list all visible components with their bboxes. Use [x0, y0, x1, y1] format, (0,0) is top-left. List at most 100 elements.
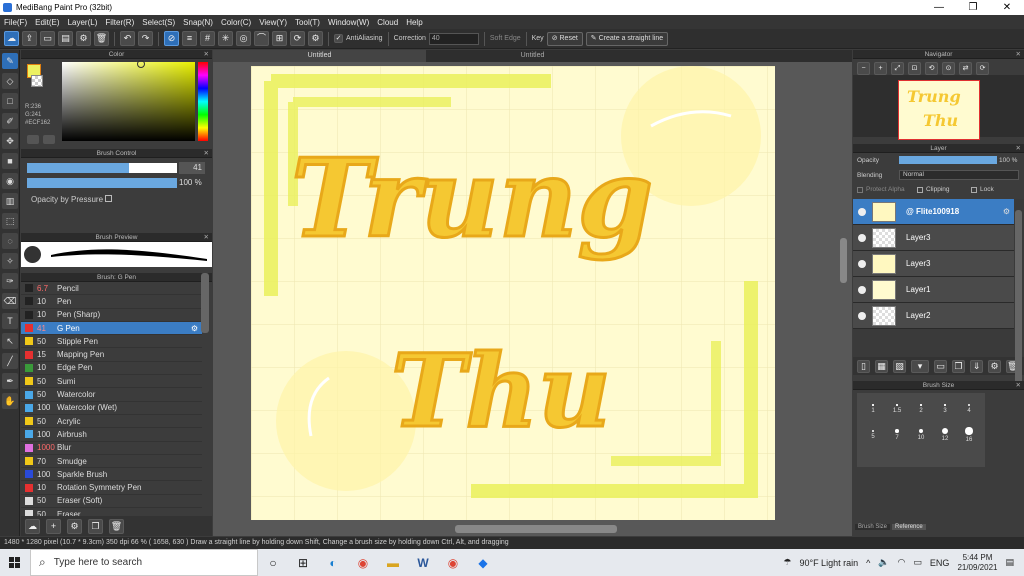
- brush-opacity-slider[interactable]: [27, 178, 177, 188]
- tray-chevron-icon[interactable]: ^: [866, 558, 870, 568]
- menu-color[interactable]: Color(C): [221, 18, 251, 27]
- brush-size-preset[interactable]: 12: [935, 423, 955, 447]
- maximize-button[interactable]: ❐: [956, 2, 990, 13]
- brush-item[interactable]: 6.7 Pencil: [21, 282, 202, 296]
- notification-icon[interactable]: ▤: [1005, 557, 1014, 568]
- brush-size-preset[interactable]: 3: [935, 397, 955, 421]
- brush-size-value[interactable]: 41: [179, 162, 205, 174]
- new-halftone-layer-icon[interactable]: ▦: [875, 359, 888, 373]
- rotate-left-icon[interactable]: ⟲: [925, 62, 938, 75]
- color-add-icon[interactable]: [27, 135, 39, 144]
- fill-rect-tool-icon[interactable]: ■: [2, 153, 18, 169]
- brush-item[interactable]: 100 Airbrush: [21, 428, 202, 442]
- language-indicator[interactable]: ENG: [930, 558, 950, 568]
- brush-settings-icon[interactable]: ⚙: [67, 518, 82, 534]
- operation-tool-icon[interactable]: ↖: [2, 333, 18, 349]
- select-pen-tool-icon[interactable]: ✑: [2, 273, 18, 289]
- menu-cloud[interactable]: Cloud: [377, 18, 398, 27]
- dot-tool-icon[interactable]: □: [2, 93, 18, 109]
- layer-visibility-icon[interactable]: [858, 311, 866, 320]
- correction-dropdown[interactable]: 40: [428, 32, 479, 45]
- menu-window[interactable]: Window(W): [328, 18, 369, 27]
- brush-size-preset[interactable]: 1: [863, 397, 883, 421]
- delete-icon[interactable]: 🗑: [94, 31, 109, 46]
- chrome-icon[interactable]: ◉: [348, 549, 378, 576]
- gear-icon[interactable]: ⚙: [191, 324, 198, 333]
- brush-item[interactable]: 41 G Pen ⚙: [21, 321, 202, 336]
- close-icon[interactable]: ✕: [1016, 50, 1021, 59]
- zoom-in-icon[interactable]: +: [874, 62, 887, 75]
- start-button[interactable]: [0, 549, 30, 576]
- actual-size-icon[interactable]: ⊡: [908, 62, 921, 75]
- color-picker-cursor[interactable]: [137, 60, 145, 68]
- grid-snap-icon[interactable]: #: [200, 31, 215, 46]
- layer-row[interactable]: Layer1: [853, 277, 1014, 303]
- brush-size-preset[interactable]: 1.5: [887, 397, 907, 421]
- redo-icon[interactable]: ↷: [138, 31, 153, 46]
- brush-item[interactable]: 50 Stipple Pen: [21, 335, 202, 349]
- lasso-tool-icon[interactable]: ◌: [2, 233, 18, 249]
- straight-line-button[interactable]: ✎ Create a straight line: [585, 31, 669, 46]
- brush-item[interactable]: 10 Rotation Symmetry Pen: [21, 481, 202, 495]
- brush-item[interactable]: 50 Eraser (Soft): [21, 495, 202, 509]
- brush-size-preset[interactable]: 4: [959, 397, 979, 421]
- close-icon[interactable]: ✕: [1016, 144, 1021, 153]
- brush-item[interactable]: 15 Mapping Pen: [21, 348, 202, 362]
- close-icon[interactable]: ✕: [204, 50, 209, 59]
- folder-icon[interactable]: ▭: [934, 359, 947, 373]
- lock-checkbox[interactable]: [971, 186, 977, 193]
- fit-icon[interactable]: ⤢: [891, 62, 904, 75]
- add-brush-icon[interactable]: +: [46, 518, 61, 534]
- chrome-icon-2[interactable]: ◉: [438, 549, 468, 576]
- brush-item[interactable]: 50 Watercolor: [21, 388, 202, 402]
- gear-snap-icon[interactable]: ⚙: [308, 31, 323, 46]
- radial-snap-icon[interactable]: ✳: [218, 31, 233, 46]
- word-icon[interactable]: W: [408, 549, 438, 576]
- eraser-tool-icon[interactable]: ◇: [2, 73, 18, 89]
- layer-row[interactable]: Layer2: [853, 303, 1014, 329]
- settings-icon[interactable]: ⚙: [76, 31, 91, 46]
- soft-edge-label[interactable]: Soft Edge: [490, 35, 521, 42]
- magic-wand-tool-icon[interactable]: ✧: [2, 253, 18, 269]
- brush-item[interactable]: 100 Watercolor (Wet): [21, 402, 202, 415]
- brush-tool-icon[interactable]: ✎: [2, 53, 18, 69]
- volume-icon[interactable]: 🔈: [878, 557, 889, 568]
- menu-tool[interactable]: Tool(T): [295, 18, 320, 27]
- wifi-icon[interactable]: ◠: [898, 557, 906, 568]
- brush-size-slider[interactable]: [27, 163, 177, 173]
- close-icon[interactable]: ✕: [204, 149, 209, 158]
- brush-item[interactable]: 10 Edge Pen: [21, 362, 202, 376]
- hand-tool-icon[interactable]: ✋: [2, 393, 18, 409]
- rotate-snap-icon[interactable]: ⟳: [290, 31, 305, 46]
- medibang-icon[interactable]: ◆: [468, 549, 498, 576]
- brush-size-preset[interactable]: 16: [959, 423, 979, 447]
- layer-settings-icon[interactable]: ⚙: [988, 359, 1001, 373]
- canvas-horizontal-scrollbar[interactable]: [455, 525, 617, 533]
- brush-item[interactable]: 70 Smudge: [21, 455, 202, 469]
- brush-size-preset[interactable]: 5: [863, 423, 883, 447]
- reset-rotation-icon[interactable]: ⊙: [942, 62, 955, 75]
- brush-list-scrollbar[interactable]: [201, 273, 209, 333]
- color-settings-icon[interactable]: [43, 135, 55, 144]
- layer-list-scrollbar[interactable]: [1015, 210, 1022, 390]
- bucket-tool-icon[interactable]: ◉: [2, 173, 18, 189]
- perspective-snap-icon[interactable]: ⊞: [272, 31, 287, 46]
- opacity-pressure-checkbox[interactable]: [105, 195, 113, 202]
- select-tool-icon[interactable]: ⬚: [2, 213, 18, 229]
- copy-brush-icon[interactable]: ❐: [88, 518, 103, 534]
- eyedropper-tool-icon[interactable]: ✒: [2, 373, 18, 389]
- duplicate-layer-icon[interactable]: ❐: [952, 359, 965, 373]
- menu-layer[interactable]: Layer(L): [68, 18, 98, 27]
- antialiasing-checkbox[interactable]: ✓: [334, 34, 343, 43]
- gear-icon[interactable]: ⚙: [1003, 207, 1010, 216]
- blending-dropdown[interactable]: Normal: [899, 170, 1019, 180]
- rotate-right-icon[interactable]: ⟳: [976, 62, 989, 75]
- lock-option[interactable]: Lock: [971, 186, 994, 193]
- layer-visibility-icon[interactable]: [858, 233, 866, 242]
- file-explorer-icon[interactable]: ▬: [378, 549, 408, 576]
- protect-alpha-checkbox[interactable]: [857, 186, 863, 193]
- widgets-icon[interactable]: ⊞: [288, 549, 318, 576]
- layer-row[interactable]: @ Flite100918 ⚙: [853, 199, 1014, 225]
- new-8bit-layer-icon[interactable]: ▧: [893, 359, 906, 373]
- clock[interactable]: 5:44 PM 21/09/2021: [957, 553, 997, 573]
